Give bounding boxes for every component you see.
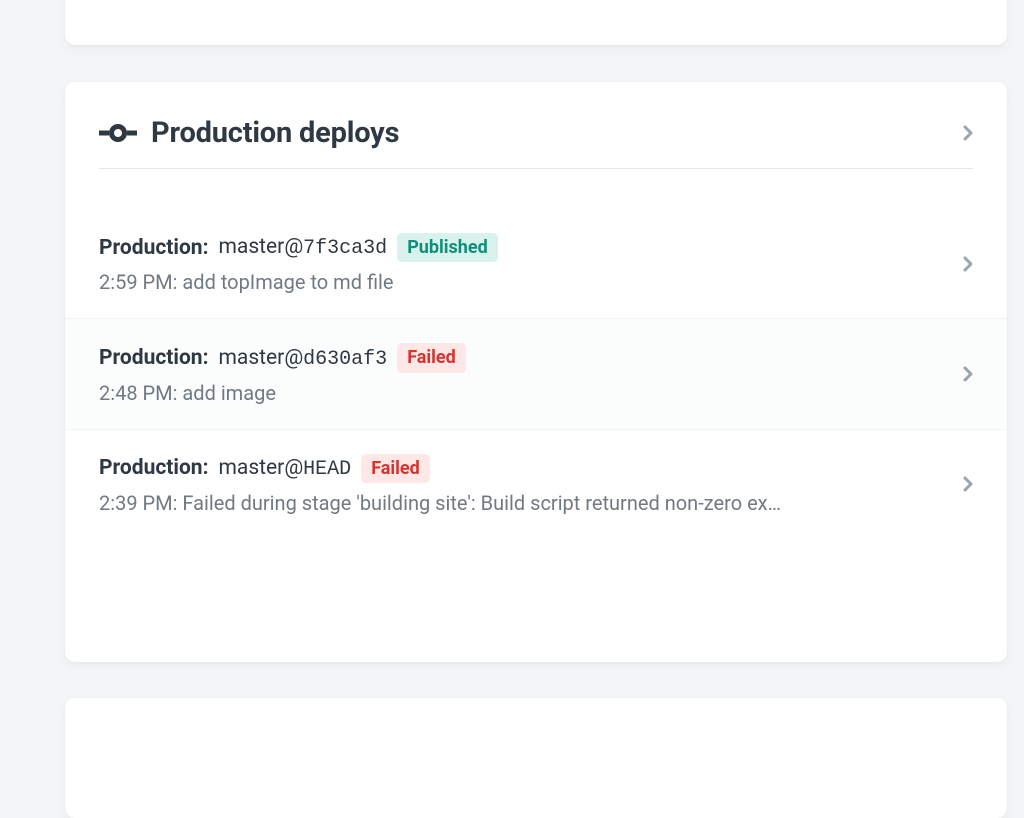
- previous-card-sliver: [65, 0, 1007, 45]
- deploy-title-line: Production master@HEAD Failed: [99, 454, 943, 483]
- deploy-ref: master@d630af3: [219, 346, 388, 371]
- deploy-row-main: Production master@7f3ca3d Published 2:59…: [99, 233, 963, 294]
- deploy-env-label: Production: [99, 456, 209, 480]
- chevron-right-icon: [963, 476, 973, 492]
- chevron-right-icon: [963, 366, 973, 382]
- deploy-time: 2:48 PM: [99, 381, 173, 405]
- deploy-title-line: Production master@7f3ca3d Published: [99, 233, 943, 262]
- git-commit-icon: [99, 124, 137, 142]
- status-badge: Failed: [397, 343, 466, 372]
- status-badge: Failed: [361, 454, 430, 483]
- chevron-right-icon[interactable]: [963, 125, 973, 141]
- deploy-row-main: Production master@d630af3 Failed 2:48 PM…: [99, 343, 963, 404]
- deploy-meta: 2:59 PM: add topImage to md file: [99, 270, 899, 294]
- card-title: Production deploys: [151, 116, 399, 150]
- deploy-branch: master: [219, 456, 285, 480]
- status-badge: Published: [397, 233, 498, 262]
- deploy-title-line: Production master@d630af3 Failed: [99, 343, 943, 372]
- deploy-branch: master: [219, 235, 285, 259]
- deploy-ref: master@HEAD: [219, 456, 352, 481]
- production-deploys-card: Production deploys Production master@7f3…: [65, 82, 1007, 662]
- deploy-hash: d630af3: [303, 348, 387, 371]
- deploy-meta: 2:48 PM: add image: [99, 381, 899, 405]
- card-header-left: Production deploys: [99, 116, 399, 150]
- deploy-message: add image: [182, 381, 276, 405]
- next-card-sliver: [65, 698, 1007, 818]
- chevron-right-icon: [963, 256, 973, 272]
- deploy-time: 2:59 PM: [99, 270, 173, 294]
- deploy-branch: master: [219, 346, 285, 370]
- card-header: Production deploys: [99, 116, 973, 169]
- deploy-hash: HEAD: [303, 458, 351, 481]
- deploy-message: Failed during stage 'building site': Bui…: [182, 491, 781, 515]
- deploy-row[interactable]: Production master@d630af3 Failed 2:48 PM…: [65, 318, 1007, 428]
- deploy-list: Production master@7f3ca3d Published 2:59…: [65, 209, 1007, 539]
- deploy-meta: 2:39 PM: Failed during stage 'building s…: [99, 491, 899, 515]
- deploy-message: add topImage to md file: [182, 270, 393, 294]
- deploy-time: 2:39 PM: [99, 491, 173, 515]
- deploy-hash: 7f3ca3d: [303, 237, 387, 260]
- deploy-env-label: Production: [99, 236, 209, 260]
- deploy-row[interactable]: Production master@7f3ca3d Published 2:59…: [65, 209, 1007, 318]
- deploy-row[interactable]: Production master@HEAD Failed 2:39 PM: F…: [65, 429, 1007, 539]
- deploy-row-main: Production master@HEAD Failed 2:39 PM: F…: [99, 454, 963, 515]
- deploy-ref: master@7f3ca3d: [219, 235, 388, 260]
- deploy-env-label: Production: [99, 346, 209, 370]
